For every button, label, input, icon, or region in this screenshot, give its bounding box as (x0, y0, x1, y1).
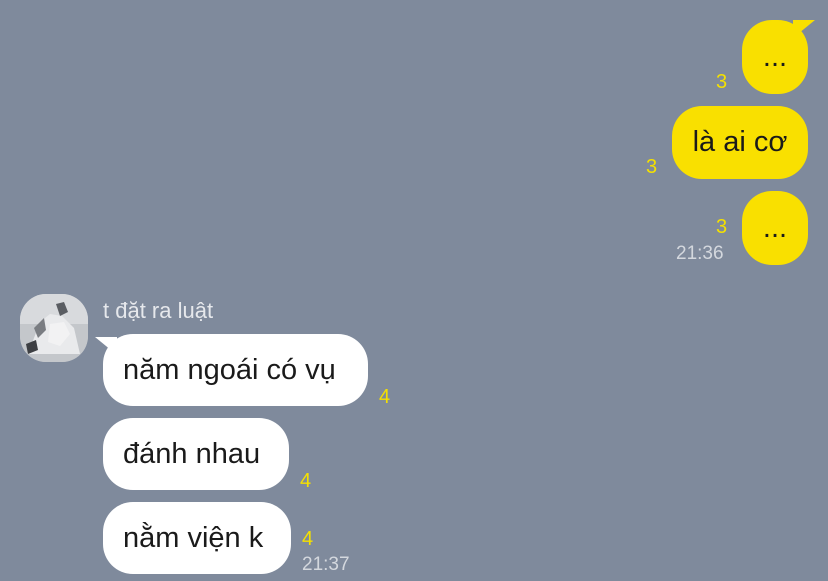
incoming-message[interactable]: năm ngoái có vụ (103, 334, 368, 406)
unread-count: 3 (716, 71, 728, 93)
avatar[interactable] (20, 294, 88, 362)
unread-count: 3 (716, 216, 728, 238)
message-timestamp: 21:37 (302, 554, 350, 575)
sender-name: t đặt ra luật (103, 298, 214, 323)
outgoing-message[interactable]: là ai cơ (672, 106, 808, 179)
unread-count: 4 (302, 528, 314, 550)
outgoing-message[interactable]: ... (742, 20, 808, 94)
avatar-image (20, 294, 88, 362)
incoming-message[interactable]: đánh nhau (103, 418, 289, 490)
incoming-message[interactable]: nằm viện k (103, 502, 291, 574)
message-timestamp: 21:36 (676, 243, 724, 264)
message-text: ... (762, 211, 788, 244)
unread-count: 3 (646, 156, 658, 178)
message-text: đánh nhau (123, 437, 261, 470)
unread-count: 4 (379, 386, 391, 408)
message-text: ... (762, 40, 788, 73)
unread-count: 4 (300, 470, 312, 492)
outgoing-message[interactable]: ... (742, 191, 808, 265)
message-text: nằm viện k (123, 521, 264, 554)
message-text: là ai cơ (692, 126, 788, 158)
chat-area[interactable]: ... 3 là ai cơ 3 ... 3 21:36 t đặt ra lu… (0, 0, 828, 581)
message-text: năm ngoái có vụ (123, 353, 336, 386)
